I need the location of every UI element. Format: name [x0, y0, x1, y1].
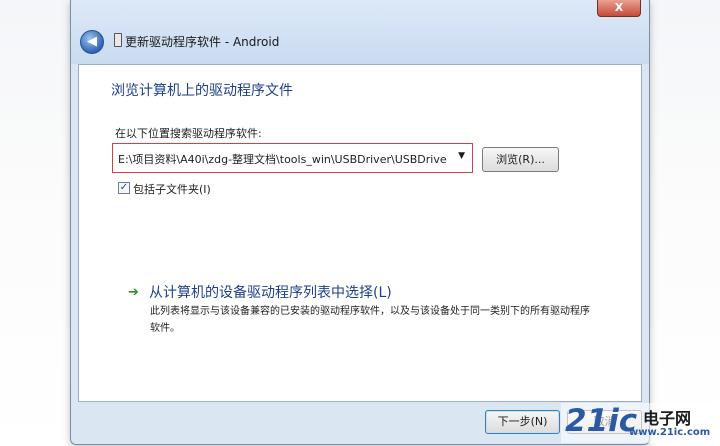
include-subfolders-checkbox[interactable]: ✓	[118, 182, 130, 194]
dropdown-arrow-icon[interactable]: ▼	[458, 151, 465, 161]
watermark-url: www.21ic.com	[629, 427, 711, 438]
back-arrow-icon[interactable]: ◀	[80, 30, 104, 54]
search-location-label: 在以下位置搜索驱动程序软件:	[115, 127, 262, 140]
device-icon	[114, 33, 122, 47]
pick-from-list-description: 此列表将显示与该设备兼容的已安装的驱动程序软件，以及与该设备处于同一类别下的所有…	[150, 306, 590, 334]
pick-from-list-link[interactable]: 从计算机的设备驱动程序列表中选择(L)	[149, 282, 392, 302]
driver-path-combobox[interactable]: E:\项目资料\A40i\zdg-整理文档\tools_win\USBDrive…	[112, 143, 473, 173]
page-heading: 浏览计算机上的驱动程序文件	[111, 83, 293, 99]
watermark-text: 电子网	[643, 409, 692, 428]
watermark-logo: 21ic	[565, 403, 638, 439]
driver-path-value[interactable]: E:\项目资料\A40i\zdg-整理文档\tools_win\USBDrive…	[118, 151, 448, 167]
update-driver-dialog: X ◀ 更新驱动程序软件 - Android 浏览计算机上的驱动程序文件 在以下…	[70, 0, 650, 445]
include-subfolders-label[interactable]: 包括子文件夹(I)	[133, 181, 211, 197]
green-arrow-icon: ➔	[128, 285, 139, 300]
window-title: 更新驱动程序软件 - Android	[125, 35, 280, 49]
next-button[interactable]: 下一步(N)	[485, 410, 560, 434]
close-button[interactable]: X	[597, 0, 641, 17]
site-watermark: 21ic 电子网 www.21ic.com	[561, 403, 719, 443]
title-bar: X ◀ 更新驱动程序软件 - Android	[71, 0, 649, 64]
browse-button[interactable]: 浏览(R)...	[482, 147, 559, 172]
dialog-content: 浏览计算机上的驱动程序文件 在以下位置搜索驱动程序软件: E:\项目资料\A40…	[78, 64, 642, 402]
